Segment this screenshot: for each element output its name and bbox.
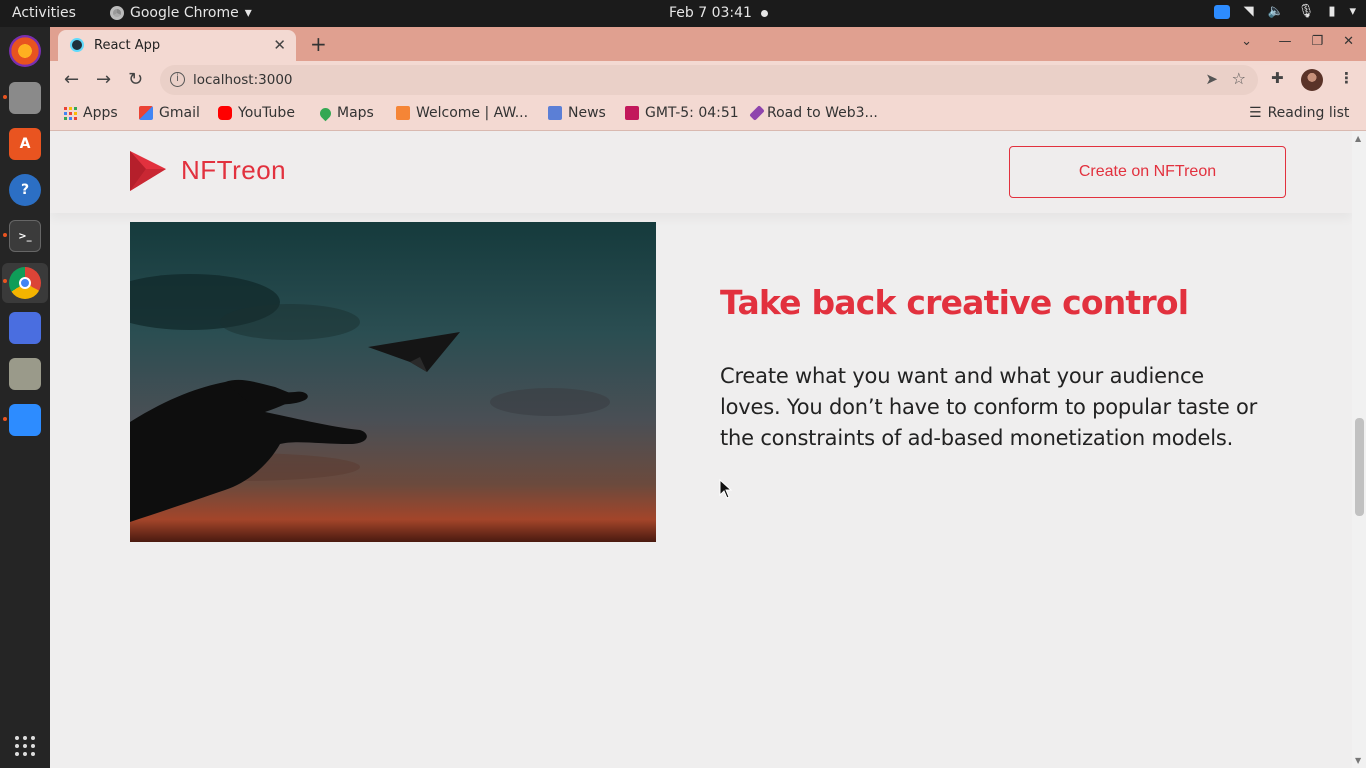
site-info-icon[interactable]: i bbox=[170, 72, 185, 87]
terminal-icon[interactable]: >_ bbox=[9, 220, 41, 252]
system-tray[interactable]: ◥ 🔈 🎙 ▮ ▾ bbox=[1213, 4, 1356, 19]
browser-tab[interactable]: React App ✕ bbox=[58, 30, 296, 61]
chrome-menu-icon[interactable]: ⋮ bbox=[1339, 69, 1354, 87]
forward-icon[interactable]: → bbox=[96, 69, 111, 90]
scroll-down-arrow-icon[interactable]: ▼ bbox=[1355, 756, 1361, 765]
site-header: NFTreon Create on NFTreon bbox=[50, 131, 1352, 213]
browser-window: React App ✕ + ⌄ — ❐ ✕ ← → ↻ i localhost:… bbox=[50, 27, 1366, 768]
bookmark-label: Gmail bbox=[159, 105, 200, 121]
bookmark-news[interactable]: News bbox=[548, 105, 606, 121]
reload-icon[interactable]: ↻ bbox=[128, 69, 143, 90]
software-center-icon[interactable]: A bbox=[9, 128, 41, 160]
dock: A ? >_ bbox=[0, 27, 50, 768]
tab-search-icon[interactable]: ⌄ bbox=[1241, 34, 1252, 49]
browser-toolbar: ← → ↻ i localhost:3000 ➤ ☆ ✚ ⋮ bbox=[50, 61, 1366, 99]
activities-button[interactable]: Activities bbox=[12, 5, 76, 21]
running-indicator bbox=[3, 95, 7, 99]
gmail-icon bbox=[139, 106, 153, 120]
system-menu-caret-icon: ▾ bbox=[1349, 4, 1356, 19]
section-headline: Take back creative control bbox=[720, 283, 1189, 322]
maps-pin-icon bbox=[317, 105, 334, 121]
clock[interactable]: Feb 7 03:41 bbox=[669, 5, 752, 21]
microphone-icon: 🎙 bbox=[1297, 4, 1315, 19]
restore-icon[interactable]: ❐ bbox=[1311, 34, 1323, 49]
running-indicator bbox=[3, 279, 7, 283]
profile-avatar[interactable] bbox=[1301, 69, 1323, 91]
firefox-icon[interactable] bbox=[9, 35, 41, 67]
tab-strip: React App ✕ + ⌄ — ❐ ✕ bbox=[50, 27, 1366, 61]
bookmark-label: Welcome | AW... bbox=[416, 105, 529, 121]
hero-image bbox=[130, 222, 656, 542]
archive-manager-icon[interactable] bbox=[9, 358, 41, 390]
bookmark-gmail[interactable]: Gmail bbox=[139, 105, 200, 121]
bookmark-aws[interactable]: Welcome | AW... bbox=[396, 105, 528, 121]
reading-list-button[interactable]: ☰ Reading list bbox=[1249, 105, 1349, 121]
mouse-pointer-icon bbox=[719, 479, 733, 499]
bookmark-label: Apps bbox=[83, 105, 118, 121]
scroll-up-arrow-icon[interactable]: ▲ bbox=[1355, 134, 1361, 143]
scrollbar-thumb[interactable] bbox=[1355, 418, 1364, 516]
news-icon bbox=[548, 106, 562, 120]
bookmark-apps[interactable]: Apps bbox=[64, 105, 118, 121]
wifi-icon: ◥ bbox=[1243, 4, 1254, 19]
screenshot-tool-icon[interactable] bbox=[9, 312, 41, 344]
youtube-icon bbox=[218, 106, 232, 120]
section-body-text: Create what you want and what your audie… bbox=[720, 364, 1258, 450]
window-controls: — ❐ ✕ bbox=[1278, 34, 1354, 49]
minimize-icon[interactable]: — bbox=[1278, 34, 1291, 49]
files-icon[interactable] bbox=[9, 82, 41, 114]
system-top-bar: Activities Google Chrome ▾ Feb 7 03:41 ◥… bbox=[0, 0, 1366, 27]
chrome-small-icon bbox=[110, 6, 124, 20]
url-text[interactable]: localhost:3000 bbox=[193, 72, 293, 88]
aws-cube-icon bbox=[396, 106, 410, 120]
web-page: NFTreon Create on NFTreon Take back crea… bbox=[50, 131, 1352, 768]
new-tab-icon[interactable]: + bbox=[310, 32, 327, 56]
reading-list-icon: ☰ bbox=[1249, 105, 1262, 121]
chrome-icon[interactable] bbox=[9, 267, 41, 299]
dropdown-caret-icon: ▾ bbox=[244, 5, 252, 21]
bookmark-label: Road to Web3... bbox=[767, 105, 878, 121]
tab-close-icon[interactable]: ✕ bbox=[273, 36, 286, 54]
create-on-nftreon-button[interactable]: Create on NFTreon bbox=[1009, 146, 1286, 198]
running-indicator bbox=[3, 417, 7, 421]
apps-grid-icon bbox=[64, 106, 77, 120]
nftreon-logo-icon[interactable] bbox=[130, 151, 166, 191]
bookmark-road-to-web3[interactable]: Road to Web3... bbox=[749, 105, 878, 121]
ethereum-icon bbox=[749, 105, 765, 121]
bookmark-gmt-clock[interactable]: GMT-5: 04:51 bbox=[625, 105, 739, 121]
bookmark-label: Maps bbox=[337, 105, 374, 121]
close-window-icon[interactable]: ✕ bbox=[1343, 34, 1354, 49]
brand-name[interactable]: NFTreon bbox=[181, 155, 286, 186]
reading-list-label: Reading list bbox=[1267, 105, 1350, 121]
help-icon[interactable]: ? bbox=[9, 174, 41, 206]
bookmark-label: News bbox=[568, 105, 606, 121]
react-favicon-icon bbox=[70, 38, 84, 52]
bookmark-label: YouTube bbox=[238, 105, 295, 121]
volume-icon: 🔈 bbox=[1267, 4, 1284, 19]
tab-title: React App bbox=[94, 38, 161, 53]
zoom-tray-icon[interactable] bbox=[1213, 4, 1230, 19]
bookmark-youtube[interactable]: YouTube bbox=[218, 105, 295, 121]
clock-bookmark-icon bbox=[625, 106, 639, 120]
bookmark-maps[interactable]: Maps bbox=[317, 105, 374, 121]
notification-dot bbox=[761, 10, 768, 17]
bookmark-star-icon[interactable]: ☆ bbox=[1232, 69, 1246, 88]
bookmarks-bar: Apps Gmail YouTube Maps Welcome | AW... … bbox=[50, 99, 1366, 131]
address-bar[interactable]: i localhost:3000 ➤ ☆ bbox=[160, 65, 1258, 95]
app-menu[interactable]: Google Chrome ▾ bbox=[110, 5, 252, 21]
extensions-puzzle-icon[interactable]: ✚ bbox=[1271, 69, 1284, 87]
app-menu-label: Google Chrome bbox=[130, 5, 239, 21]
back-icon[interactable]: ← bbox=[64, 69, 79, 90]
bookmark-label: GMT-5: 04:51 bbox=[645, 105, 739, 121]
zoom-icon[interactable] bbox=[9, 404, 41, 436]
page-scrollbar[interactable]: ▲ ▼ bbox=[1352, 131, 1366, 768]
battery-icon: ▮ bbox=[1328, 4, 1336, 19]
show-applications-icon[interactable] bbox=[15, 736, 35, 756]
running-indicator bbox=[3, 233, 7, 237]
send-tab-icon[interactable]: ➤ bbox=[1205, 70, 1218, 88]
